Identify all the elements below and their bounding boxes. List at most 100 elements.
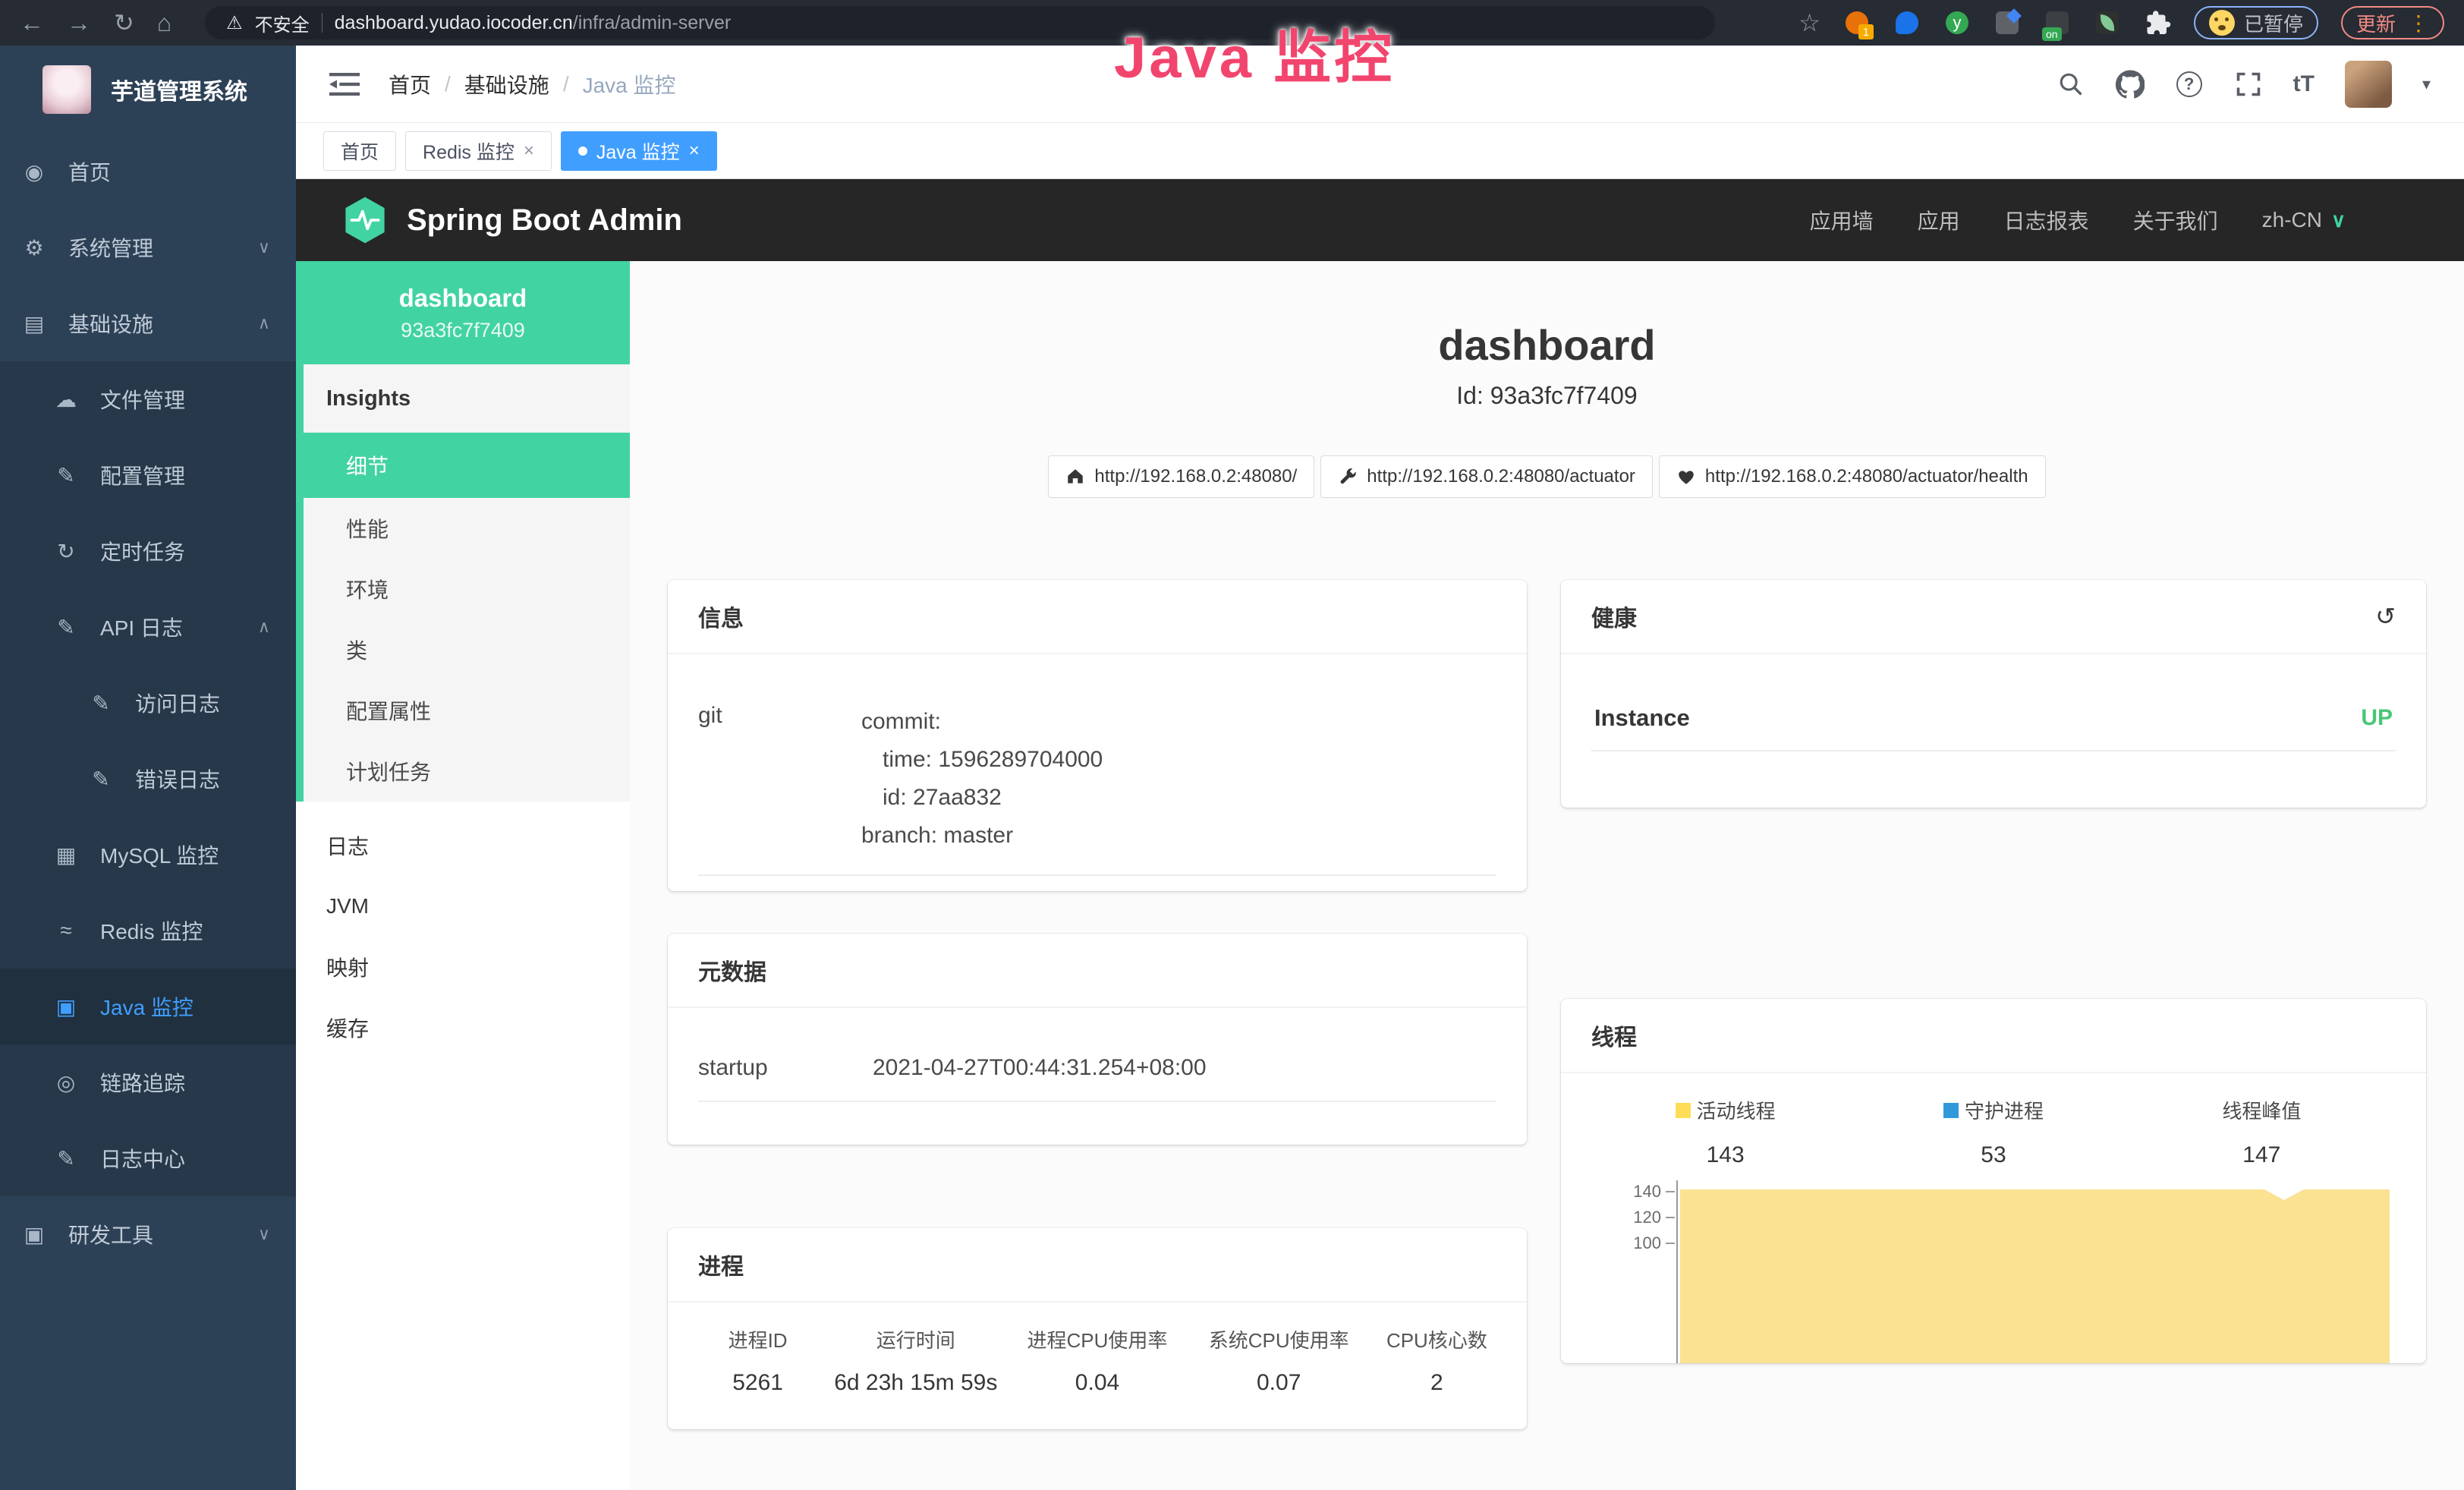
extension-pin-icon[interactable] bbox=[1893, 9, 1921, 36]
extension-grid-icon[interactable] bbox=[1994, 9, 2021, 36]
bookmark-star-icon[interactable]: ☆ bbox=[1798, 11, 1820, 35]
menu-item-mappings[interactable]: 映射 bbox=[296, 937, 630, 997]
browser-menu-icon[interactable]: ⋮ bbox=[2408, 11, 2429, 36]
sba-nav-journal[interactable]: 日志报表 bbox=[2004, 205, 2089, 235]
url-text[interactable]: dashboard.yudao.iocoder.cn/infra/admin-s… bbox=[335, 12, 732, 34]
sidebar-item-system-management[interactable]: ⚙ 系统管理 ∨ bbox=[0, 209, 296, 285]
info-key: git bbox=[698, 703, 861, 855]
main-sidebar: 芋道管理系统 ◉ 首页 ⚙ 系统管理 ∨ ▤ 基础设施 ∧ ☁ 文件管理 ✎ 配… bbox=[0, 46, 296, 1490]
menu-item-caches[interactable]: 缓存 bbox=[296, 997, 630, 1058]
link-url: http://192.168.0.2:48080/ bbox=[1094, 466, 1297, 487]
y-axis-line bbox=[1676, 1180, 1678, 1363]
menu-item-jvm[interactable]: JVM bbox=[296, 876, 630, 937]
instance-home-link[interactable]: http://192.168.0.2:48080/ bbox=[1048, 455, 1314, 498]
row-divider bbox=[1591, 750, 2396, 751]
database-icon: ▦ bbox=[55, 843, 77, 868]
sidebar-item-mysql-monitor[interactable]: ▦ MySQL 监控 bbox=[0, 817, 296, 893]
tab-java-monitor[interactable]: Java 监控 × bbox=[561, 131, 717, 171]
tab-redis-monitor[interactable]: Redis 监控 × bbox=[405, 131, 552, 171]
menu-item-details[interactable]: 细节 bbox=[304, 433, 630, 498]
sidebar-item-api-logs[interactable]: ✎ API 日志 ∧ bbox=[0, 589, 296, 665]
sidebar-item-label: 基础设施 bbox=[68, 308, 153, 339]
sba-nav-applications[interactable]: 应用 bbox=[1918, 205, 1960, 235]
language-selector[interactable]: zh-CN ∨ bbox=[2262, 208, 2346, 232]
extensions-puzzle-icon[interactable] bbox=[2144, 9, 2171, 36]
font-size-icon[interactable]: tT bbox=[2293, 71, 2315, 97]
cloud-upload-icon: ☁ bbox=[55, 387, 77, 412]
search-icon[interactable] bbox=[2056, 70, 2085, 99]
tick-mark bbox=[1666, 1191, 1675, 1192]
tick-mark bbox=[1666, 1217, 1675, 1218]
sidebar-item-label: Java 监控 bbox=[100, 991, 194, 1022]
card-title: 信息 bbox=[698, 600, 744, 633]
sidebar-item-dev-tools[interactable]: ▣ 研发工具 ∨ bbox=[0, 1196, 296, 1272]
card-title: 进程 bbox=[698, 1248, 744, 1281]
process-column-header: 进程CPU使用率 bbox=[1006, 1325, 1188, 1353]
dashboard-icon: ◉ bbox=[23, 159, 46, 184]
extension-leaf-icon[interactable] bbox=[2094, 9, 2121, 36]
instance-actuator-link[interactable]: http://192.168.0.2:48080/actuator bbox=[1320, 455, 1653, 498]
gear-icon: ⚙ bbox=[23, 235, 46, 260]
redis-layers-icon: ≈ bbox=[55, 918, 77, 943]
sidebar-item-infrastructure[interactable]: ▤ 基础设施 ∧ bbox=[0, 285, 296, 361]
health-history-icon[interactable]: ↺ bbox=[2375, 602, 2396, 631]
sidebar-item-scheduled-tasks[interactable]: ↻ 定时任务 bbox=[0, 513, 296, 589]
menu-item-logs[interactable]: 日志 bbox=[296, 815, 630, 876]
not-secure-warning-icon[interactable]: ⚠ bbox=[226, 12, 243, 34]
extension-on-badge: on bbox=[2042, 27, 2062, 41]
instance-id-line: Id: 93a3fc7f7409 bbox=[668, 382, 2426, 410]
extension-y-icon[interactable]: y bbox=[1943, 9, 1971, 36]
help-icon[interactable]: ? bbox=[2175, 70, 2204, 99]
sidebar-item-label: MySQL 监控 bbox=[100, 840, 219, 870]
forward-icon[interactable]: → bbox=[67, 11, 91, 35]
sidebar-item-home[interactable]: ◉ 首页 bbox=[0, 134, 296, 209]
threads-chart-area bbox=[1680, 1189, 2390, 1363]
edit-icon: ✎ bbox=[55, 463, 77, 488]
sidebar-item-label: 系统管理 bbox=[68, 232, 153, 263]
github-icon[interactable] bbox=[2116, 70, 2145, 99]
menu-item-config-properties[interactable]: 配置属性 bbox=[304, 680, 630, 741]
breadcrumb-infrastructure[interactable]: 基础设施 bbox=[464, 69, 549, 99]
browser-home-icon[interactable]: ⌂ bbox=[157, 11, 172, 35]
sidebar-item-file-management[interactable]: ☁ 文件管理 bbox=[0, 361, 296, 437]
toolbox-icon: ▣ bbox=[23, 1222, 46, 1247]
sidebar-item-error-logs[interactable]: ✎ 错误日志 bbox=[0, 741, 296, 817]
app-logo-row[interactable]: 芋道管理系统 bbox=[0, 46, 296, 134]
sba-navbar: Spring Boot Admin 应用墙 应用 日志报表 关于我们 zh-CN… bbox=[296, 179, 2464, 261]
menu-item-scheduled-tasks[interactable]: 计划任务 bbox=[304, 741, 630, 802]
sba-brand[interactable]: Spring Boot Admin bbox=[343, 196, 682, 244]
address-bar[interactable]: ⚠ 不安全 dashboard.yudao.iocoder.cn/infra/a… bbox=[205, 6, 1715, 39]
extension-switch-icon[interactable]: on bbox=[2044, 9, 2071, 36]
sidebar-item-config-management[interactable]: ✎ 配置管理 bbox=[0, 437, 296, 513]
link-url: http://192.168.0.2:48080/actuator/health bbox=[1705, 466, 2028, 487]
menu-item-metrics[interactable]: 性能 bbox=[304, 498, 630, 559]
user-menu-caret-icon[interactable]: ▾ bbox=[2422, 74, 2431, 94]
close-icon[interactable]: × bbox=[524, 140, 534, 162]
sba-nav-about[interactable]: 关于我们 bbox=[2133, 205, 2218, 235]
profile-paused-chip[interactable]: 已暂停 bbox=[2194, 6, 2318, 39]
sba-brand-title: Spring Boot Admin bbox=[407, 203, 682, 238]
info-line: branch: master bbox=[861, 817, 1103, 855]
app-title: 芋道管理系统 bbox=[111, 73, 247, 106]
sidebar-toggle-icon[interactable] bbox=[329, 71, 360, 97]
back-icon[interactable]: ← bbox=[20, 11, 44, 35]
fullscreen-icon[interactable] bbox=[2234, 70, 2263, 99]
menu-item-classes[interactable]: 类 bbox=[304, 619, 630, 680]
menu-item-environment[interactable]: 环境 bbox=[304, 559, 630, 619]
breadcrumb-home[interactable]: 首页 bbox=[389, 69, 431, 99]
chrome-update-button[interactable]: 更新 ⋮ bbox=[2341, 6, 2444, 39]
sidebar-item-access-logs[interactable]: ✎ 访问日志 bbox=[0, 665, 296, 741]
sba-nav-wallboard[interactable]: 应用墙 bbox=[1810, 205, 1874, 235]
instance-header[interactable]: dashboard 93a3fc7f7409 bbox=[296, 261, 630, 364]
sidebar-item-label: 链路追踪 bbox=[100, 1067, 185, 1098]
sidebar-item-java-monitor[interactable]: ▣ Java 监控 bbox=[0, 969, 296, 1044]
reload-icon[interactable]: ↻ bbox=[114, 11, 134, 35]
instance-health-link[interactable]: http://192.168.0.2:48080/actuator/health bbox=[1659, 455, 2046, 498]
close-icon[interactable]: × bbox=[689, 140, 700, 162]
tab-home[interactable]: 首页 bbox=[323, 131, 396, 171]
sidebar-item-trace[interactable]: ◎ 链路追踪 bbox=[0, 1044, 296, 1120]
user-avatar[interactable] bbox=[2345, 61, 2392, 108]
sidebar-item-log-center[interactable]: ✎ 日志中心 bbox=[0, 1120, 296, 1196]
sidebar-item-redis-monitor[interactable]: ≈ Redis 监控 bbox=[0, 893, 296, 969]
extension-icon[interactable]: 1 bbox=[1843, 9, 1871, 36]
